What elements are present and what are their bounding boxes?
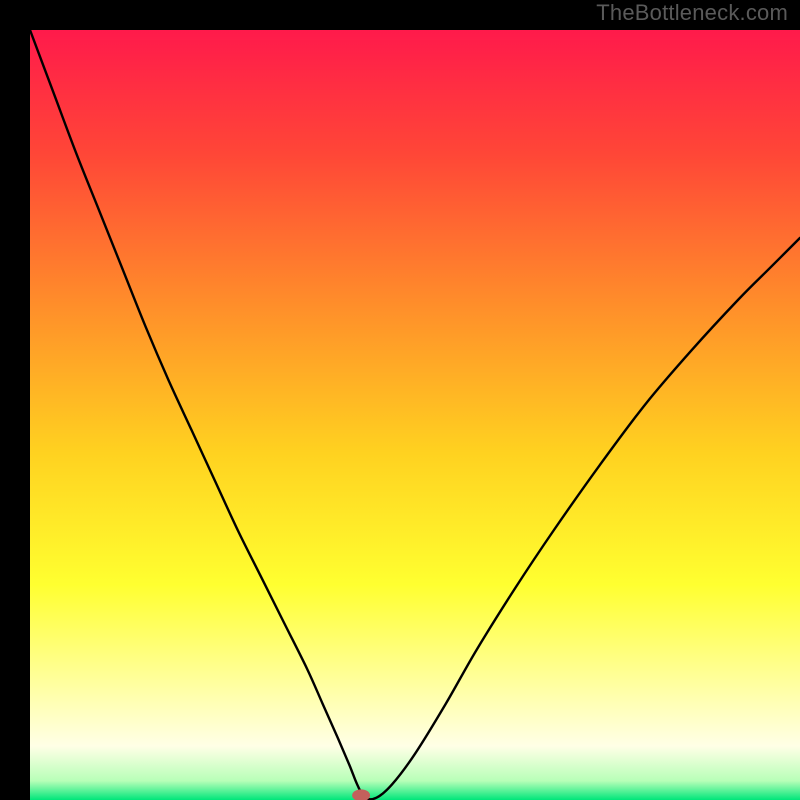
chart-frame [15,15,785,785]
bottleneck-chart [30,30,800,800]
chart-background [30,30,800,800]
watermark-label: TheBottleneck.com [596,0,788,26]
